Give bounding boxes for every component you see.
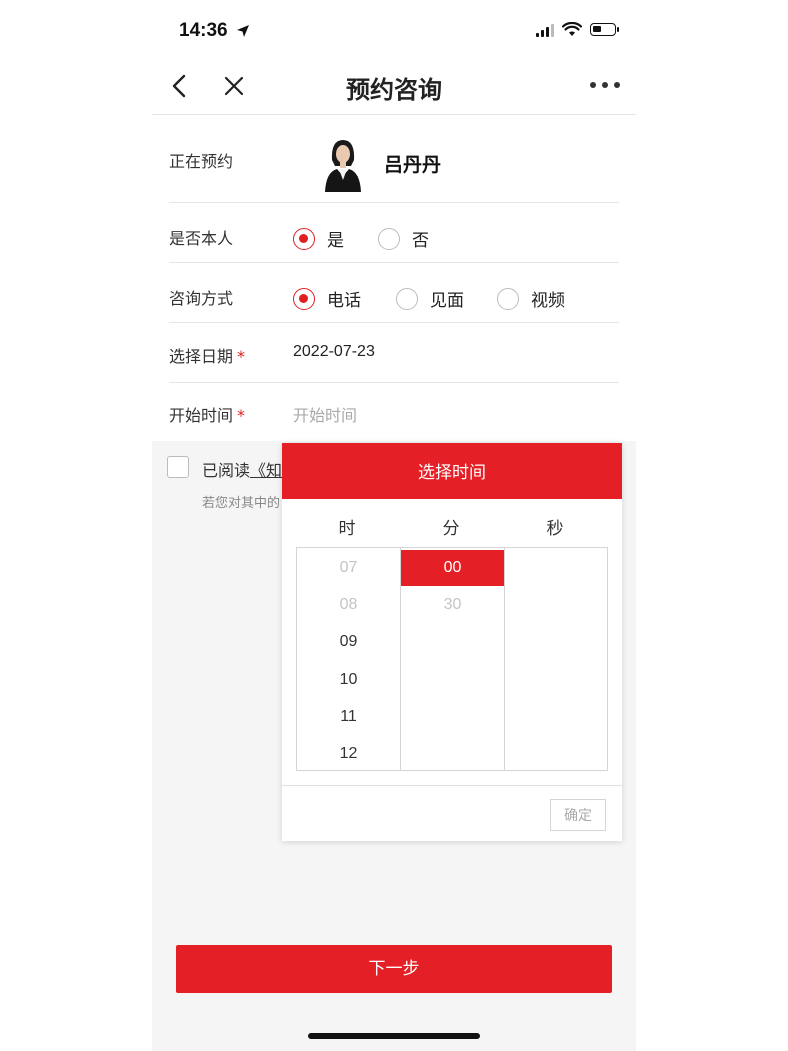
radio-label: 否 [412,231,429,251]
time-picker: 选择时间 时 分 秒 07 08 09 10 11 12 00 30 确定 [282,443,622,841]
picker-title: 选择时间 [282,443,622,499]
required-mark: * [237,406,246,425]
radio-label: 见面 [430,291,464,311]
radio-unchecked-icon [396,287,418,310]
agreement-checkbox[interactable] [167,456,189,478]
radio-unchecked-icon [378,227,400,250]
page-title: 预约咨询 [346,76,442,104]
method-label: 咨询方式 [169,289,234,308]
radio-label: 视频 [531,291,565,311]
radio-method-meet[interactable]: 见面 [396,286,464,311]
hour-option[interactable]: 11 [297,699,400,735]
radio-method-phone[interactable]: 电话 [293,286,361,311]
row-reserving: 正在预约 吕丹丹 [169,114,619,203]
agreement-text: 已阅读《知 [202,461,283,480]
start-time-label: 开始时间 * [169,406,246,425]
battery-icon [590,23,619,36]
date-label: 选择日期 * [169,347,246,366]
confirm-button[interactable]: 确定 [550,799,606,831]
minute-option[interactable]: 30 [401,587,504,623]
minute-column[interactable]: 00 30 [401,548,505,770]
radio-checked-icon [293,287,315,310]
hour-option[interactable]: 08 [297,587,400,623]
picker-wheels: 07 08 09 10 11 12 00 30 [296,547,608,771]
hour-option[interactable]: 09 [297,624,400,660]
col-head-minute: 分 [442,519,460,539]
status-time: 14:36 [179,20,228,41]
required-mark: * [237,347,246,366]
next-button[interactable]: 下一步 [176,945,612,993]
picker-footer [282,785,622,786]
reserving-label: 正在预约 [169,152,234,171]
home-indicator [308,1033,480,1039]
radio-self-no[interactable]: 否 [378,226,429,251]
radio-self-yes[interactable]: 是 [293,226,344,251]
second-column[interactable] [505,548,608,770]
row-start-time[interactable]: 开始时间 * 开始时间 [169,383,619,440]
location-arrow-icon [237,25,249,37]
status-indicators [536,22,619,37]
avatar [323,136,363,192]
hour-option[interactable]: 07 [297,550,400,586]
phone-screen: 14:36 预约咨询 正在预约 吕丹丹 是否本人 是 否 咨询方式 电话 见面 … [152,0,636,1051]
minute-option-selected[interactable]: 00 [401,550,504,586]
counselor-name: 吕丹丹 [384,154,442,176]
start-time-input[interactable]: 开始时间 [293,402,357,426]
wifi-icon [562,22,582,36]
hour-option[interactable]: 12 [297,736,400,772]
more-icon[interactable] [590,82,620,88]
hour-column[interactable]: 07 08 09 10 11 12 [297,548,401,770]
radio-label: 电话 [327,291,361,311]
radio-method-video[interactable]: 视频 [497,286,565,311]
date-value[interactable]: 2022-07-23 [293,343,375,361]
hour-option[interactable]: 10 [297,662,400,698]
nav-bar: 预约咨询 [152,58,636,115]
agreement-link[interactable]: 《知 [250,461,282,480]
col-head-hour: 时 [338,519,356,539]
signal-icon [536,23,554,37]
col-head-second: 秒 [546,519,564,539]
row-self: 是否本人 是 否 [169,203,619,263]
agreement-note: 若您对其中的 [202,496,281,511]
row-method: 咨询方式 电话 见面 视频 [169,263,619,323]
radio-label: 是 [327,231,344,251]
row-date[interactable]: 选择日期 * 2022-07-23 [169,323,619,383]
radio-unchecked-icon [497,287,519,310]
radio-checked-icon [293,227,315,250]
self-label: 是否本人 [169,229,234,248]
